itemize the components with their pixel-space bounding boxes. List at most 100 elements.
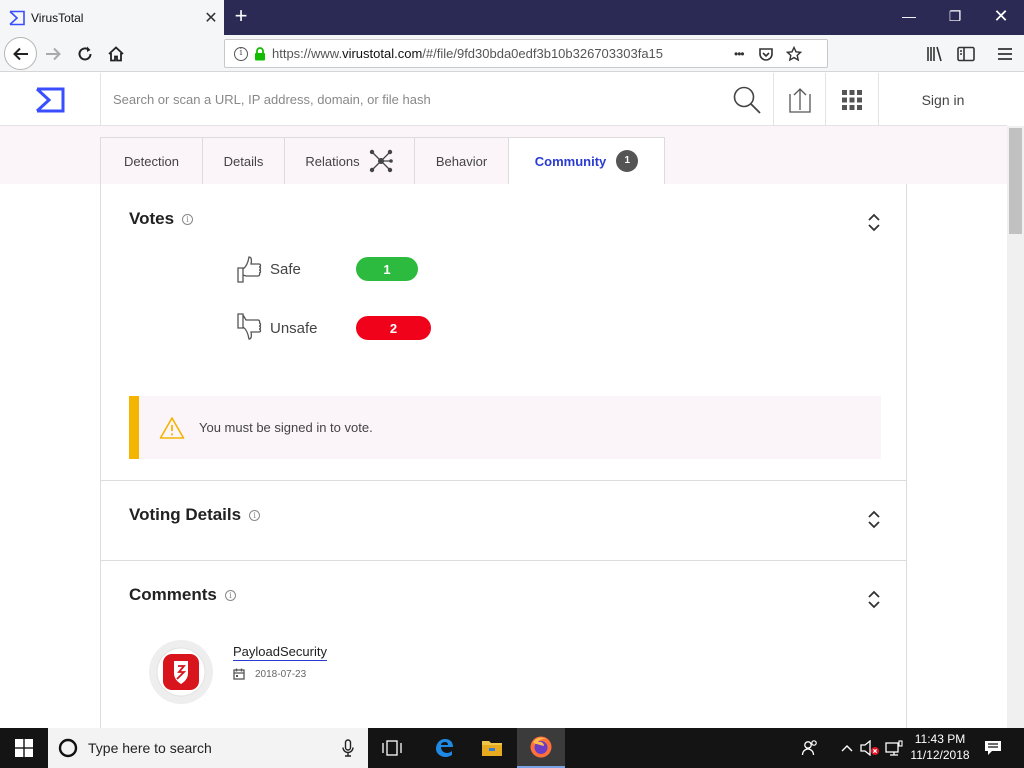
- tab-behavior[interactable]: Behavior: [414, 137, 508, 185]
- url-domain: virustotal.com: [342, 46, 423, 61]
- tab-label: Community: [534, 153, 607, 169]
- votes-heading: Votes i: [129, 209, 194, 229]
- task-view-button[interactable]: [368, 728, 416, 768]
- virustotal-logo-icon: [35, 87, 65, 112]
- apps-grid-icon: [842, 89, 862, 110]
- tab-community[interactable]: Community 1: [508, 137, 665, 185]
- tab-detection[interactable]: Detection: [100, 137, 202, 185]
- browser-title-bar: VirusTotal ✕ + — ❐ ✕: [0, 0, 1024, 35]
- minimize-icon[interactable]: —: [886, 0, 932, 35]
- close-tab-icon[interactable]: ✕: [198, 8, 224, 28]
- info-icon[interactable]: i: [182, 214, 194, 225]
- comment-date-text: 2018-07-23: [255, 668, 307, 680]
- comment-date: 2018-07-23: [233, 668, 306, 680]
- comment-author-link[interactable]: PayloadSecurity: [233, 644, 327, 661]
- bookmark-star-icon[interactable]: [785, 45, 802, 62]
- search-button[interactable]: [722, 73, 772, 126]
- url-bar[interactable]: i https://www.virustotal.com/#/file/9fd3…: [224, 39, 828, 68]
- browser-tab[interactable]: VirusTotal ✕: [0, 0, 224, 35]
- virustotal-logo[interactable]: [0, 73, 101, 126]
- collapse-chevron-icon[interactable]: [867, 212, 881, 232]
- start-button[interactable]: [0, 728, 48, 768]
- search-input[interactable]: Search or scan a URL, IP address, domain…: [113, 92, 431, 107]
- taskbar-search-placeholder: Type here to search: [88, 740, 212, 756]
- volume-muted-icon: [860, 740, 879, 756]
- collapse-chevron-icon[interactable]: [867, 589, 881, 609]
- firefox-icon: [530, 736, 552, 758]
- network-button[interactable]: [882, 728, 906, 768]
- sign-in-label: Sign in: [921, 91, 965, 108]
- unsafe-count-pill: 2: [356, 316, 431, 340]
- file-explorer-taskbar-button[interactable]: [468, 728, 516, 768]
- library-button[interactable]: [920, 39, 950, 69]
- network-icon: [885, 740, 903, 756]
- relations-graph-icon: [369, 149, 393, 173]
- home-icon: [108, 46, 124, 62]
- chevron-up-icon: [841, 745, 853, 752]
- forward-arrow-icon: [46, 47, 61, 61]
- restore-icon[interactable]: ❐: [932, 0, 978, 35]
- tab-title: VirusTotal: [31, 10, 84, 25]
- info-icon[interactable]: i: [234, 46, 248, 61]
- page-actions-icon[interactable]: •••: [734, 47, 745, 61]
- taskbar-search-box[interactable]: Type here to search: [48, 728, 368, 768]
- pocket-icon[interactable]: [758, 46, 774, 62]
- voting-details-section: Voting Details i: [101, 481, 906, 561]
- tab-label: Detection: [124, 153, 179, 169]
- tab-label: Relations: [305, 153, 360, 169]
- url-path: /#/file/9fd30bda0edf3b10b326703303fa15: [422, 46, 664, 61]
- sidebar-icon: [957, 46, 975, 62]
- scrollbar-thumb[interactable]: [1009, 128, 1022, 234]
- tab-details[interactable]: Details: [202, 137, 284, 185]
- warning-text: You must be signed in to vote.: [199, 420, 373, 435]
- comments-heading: Comments i: [129, 585, 236, 605]
- sidebar-button[interactable]: [951, 39, 981, 69]
- edge-taskbar-button[interactable]: [420, 728, 468, 768]
- report-tabs: Detection Details Relations Behavior Com…: [100, 137, 665, 185]
- info-icon[interactable]: i: [249, 510, 261, 521]
- safe-vote-row[interactable]: Safe 1: [236, 254, 418, 284]
- hamburger-menu-icon: [998, 48, 1012, 60]
- system-clock[interactable]: 11:43 PM 11/12/2018: [904, 731, 976, 763]
- search-icon: [733, 86, 761, 114]
- info-icon[interactable]: i: [224, 590, 236, 601]
- upload-button[interactable]: [773, 73, 825, 126]
- microphone-icon[interactable]: [342, 739, 354, 757]
- calendar-icon: [233, 668, 245, 680]
- people-button[interactable]: [788, 728, 832, 768]
- firefox-taskbar-button[interactable]: [517, 728, 565, 768]
- reload-button[interactable]: [70, 39, 100, 69]
- expand-chevron-icon[interactable]: [867, 509, 881, 529]
- forward-button[interactable]: [38, 39, 68, 69]
- show-hidden-icons-button[interactable]: [836, 728, 858, 768]
- url-prefix: https://www.: [272, 46, 343, 61]
- action-center-button[interactable]: [976, 728, 1010, 768]
- notification-icon: [985, 741, 1001, 755]
- sign-in-warning: You must be signed in to vote.: [129, 396, 881, 459]
- menu-button[interactable]: [990, 39, 1020, 69]
- upload-icon: [788, 87, 811, 113]
- apps-button[interactable]: [825, 73, 878, 126]
- unsafe-label: Unsafe: [270, 319, 318, 337]
- sign-in-button[interactable]: Sign in: [878, 73, 1007, 126]
- comments-section: Comments i: [101, 561, 906, 728]
- back-button[interactable]: [4, 37, 37, 70]
- close-window-icon[interactable]: ✕: [978, 0, 1024, 35]
- clock-date: 11/12/2018: [910, 748, 970, 762]
- tab-relations[interactable]: Relations: [284, 137, 414, 185]
- folder-icon: [482, 741, 502, 756]
- lock-icon: [255, 46, 265, 60]
- unsafe-vote-row[interactable]: Unsafe 2: [236, 312, 431, 344]
- avatar[interactable]: [149, 640, 213, 704]
- cortana-circle-icon: [58, 738, 78, 758]
- comments-title: Comments: [129, 585, 217, 604]
- virustotal-favicon-icon: [9, 10, 25, 25]
- volume-button[interactable]: [858, 728, 882, 768]
- community-count-badge: 1: [616, 150, 639, 172]
- home-button[interactable]: [101, 39, 131, 69]
- tab-label: Behavior: [435, 153, 488, 169]
- new-tab-icon[interactable]: +: [228, 4, 254, 30]
- votes-section: Votes i Safe 1 Unsafe 2 You must be signe…: [101, 184, 906, 481]
- tab-label: Details: [223, 153, 264, 169]
- payloadsecurity-shield-icon: [156, 647, 206, 697]
